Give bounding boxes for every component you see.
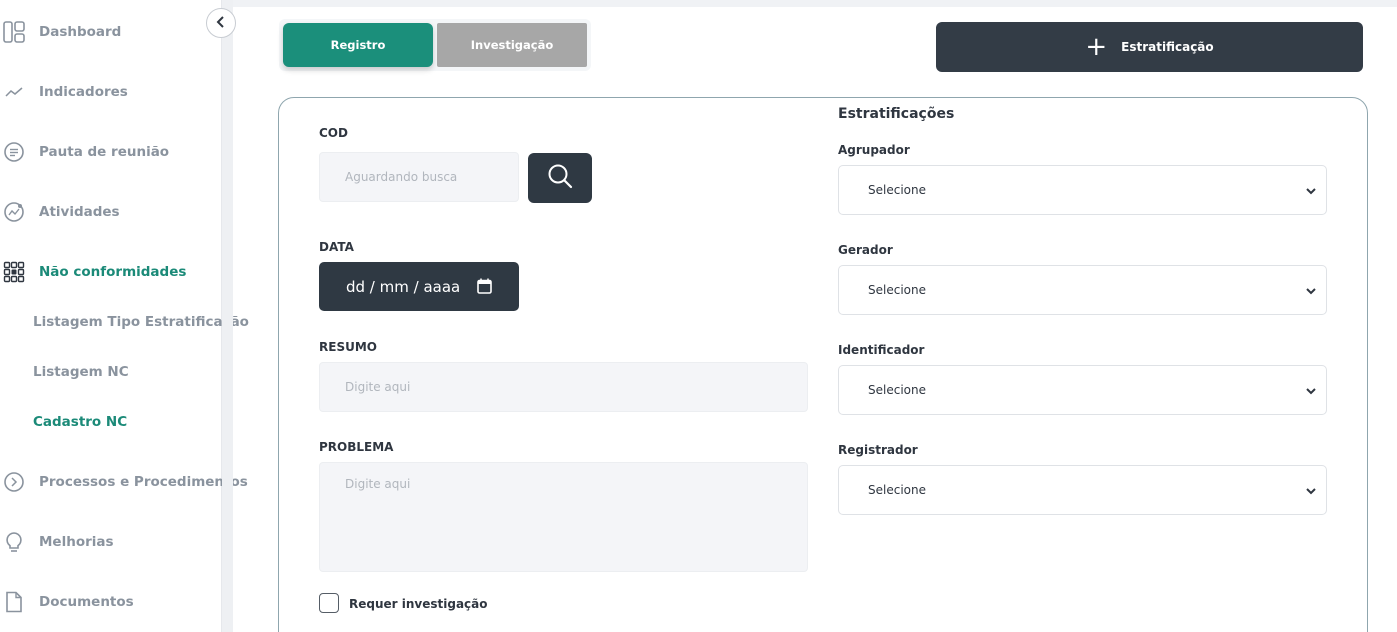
sidebar-item-label: Indicadores — [39, 84, 128, 100]
chevron-circle-icon — [3, 471, 25, 493]
sidebar-subitem-listagem-nc[interactable]: Listagem NC — [33, 357, 129, 387]
dashboard-icon — [3, 21, 25, 43]
cod-input[interactable]: Aguardando busca — [319, 152, 519, 202]
top-strip — [233, 0, 1397, 7]
estratificacoes-title: Estratificações — [838, 106, 955, 122]
tab-registro[interactable]: Registro — [283, 23, 433, 67]
resumo-placeholder: Digite aqui — [345, 380, 411, 394]
search-button[interactable] — [528, 153, 592, 203]
sidebar-item-label: Processos e Procedimentos — [39, 474, 248, 490]
add-estratificacao-label: Estratificação — [1121, 40, 1214, 54]
tab-investigacao[interactable]: Investigação — [437, 23, 587, 67]
sidebar-gutter — [222, 0, 233, 632]
tab-bar: Registro Investigação — [279, 19, 591, 71]
lightbulb-icon — [3, 531, 25, 553]
sidebar-item-label: Não conformidades — [39, 264, 187, 280]
add-estratificacao-button[interactable]: + Estratificação — [936, 22, 1363, 72]
sidebar-item-dashboard[interactable]: Dashboard — [0, 12, 222, 52]
sidebar-item-processos[interactable]: Processos e Procedimentos — [0, 462, 248, 502]
gerador-select[interactable]: Selecione — [838, 265, 1327, 315]
registrador-select[interactable]: Selecione — [838, 465, 1327, 515]
sidebar-subitem-listagem-tipo[interactable]: Listagem Tipo Estratificação — [33, 307, 249, 337]
chevron-down-icon — [1305, 185, 1317, 200]
calendar-icon[interactable] — [477, 278, 492, 298]
sidebar-item-label: Pauta de reunião — [39, 144, 170, 160]
plus-icon: + — [1085, 32, 1108, 62]
gerador-label: Gerador — [838, 243, 893, 257]
resumo-label: RESUMO — [319, 340, 377, 354]
collapse-sidebar-button[interactable] — [206, 8, 236, 38]
sidebar-item-nao-conformidades[interactable]: Não conformidades — [0, 252, 222, 292]
grid-icon — [3, 261, 25, 283]
sidebar-item-label: Melhorias — [39, 534, 114, 550]
sidebar-item-label: Atividades — [39, 204, 120, 220]
identificador-value: Selecione — [868, 383, 926, 397]
registrador-label: Registrador — [838, 443, 918, 457]
problema-textarea[interactable]: Digite aqui — [319, 462, 808, 572]
sidebar-subitem-cadastro-nc[interactable]: Cadastro NC — [33, 407, 127, 437]
identificador-select[interactable]: Selecione — [838, 365, 1327, 415]
sidebar-item-indicadores[interactable]: Indicadores — [0, 72, 222, 112]
cod-label: COD — [319, 126, 348, 140]
list-circle-icon — [3, 141, 25, 163]
document-icon — [3, 591, 25, 613]
identificador-label: Identificador — [838, 343, 925, 357]
activity-icon — [3, 201, 25, 223]
registrador-value: Selecione — [868, 483, 926, 497]
agrupador-select[interactable]: Selecione — [838, 165, 1327, 215]
agrupador-label: Agrupador — [838, 143, 910, 157]
chevron-down-icon — [1305, 485, 1317, 500]
problema-placeholder: Digite aqui — [345, 477, 411, 491]
data-label: DATA — [319, 240, 354, 254]
gerador-value: Selecione — [868, 283, 926, 297]
sidebar-item-melhorias[interactable]: Melhorias — [0, 522, 222, 562]
cod-placeholder: Aguardando busca — [345, 170, 458, 184]
sidebar-item-label: Dashboard — [39, 24, 122, 40]
chevron-down-icon — [1305, 385, 1317, 400]
sidebar-item-label: Documentos — [39, 594, 134, 610]
sidebar-item-pauta[interactable]: Pauta de reunião — [0, 132, 222, 172]
resumo-input[interactable]: Digite aqui — [319, 362, 808, 412]
requer-investigacao-checkbox[interactable] — [319, 593, 339, 613]
sidebar-item-documentos[interactable]: Documentos — [0, 582, 222, 622]
trend-icon — [3, 81, 25, 103]
requer-investigacao-label: Requer investigação — [349, 597, 488, 611]
date-value: dd / mm / aaaa — [346, 277, 461, 296]
chevron-left-icon — [214, 14, 228, 33]
sidebar: Dashboard Indicadores Pauta de reunião A… — [0, 0, 249, 632]
search-icon — [547, 163, 573, 193]
date-input[interactable]: dd / mm / aaaa — [319, 262, 519, 311]
chevron-down-icon — [1305, 285, 1317, 300]
problema-label: PROBLEMA — [319, 440, 394, 454]
agrupador-value: Selecione — [868, 183, 926, 197]
sidebar-item-atividades[interactable]: Atividades — [0, 192, 222, 232]
